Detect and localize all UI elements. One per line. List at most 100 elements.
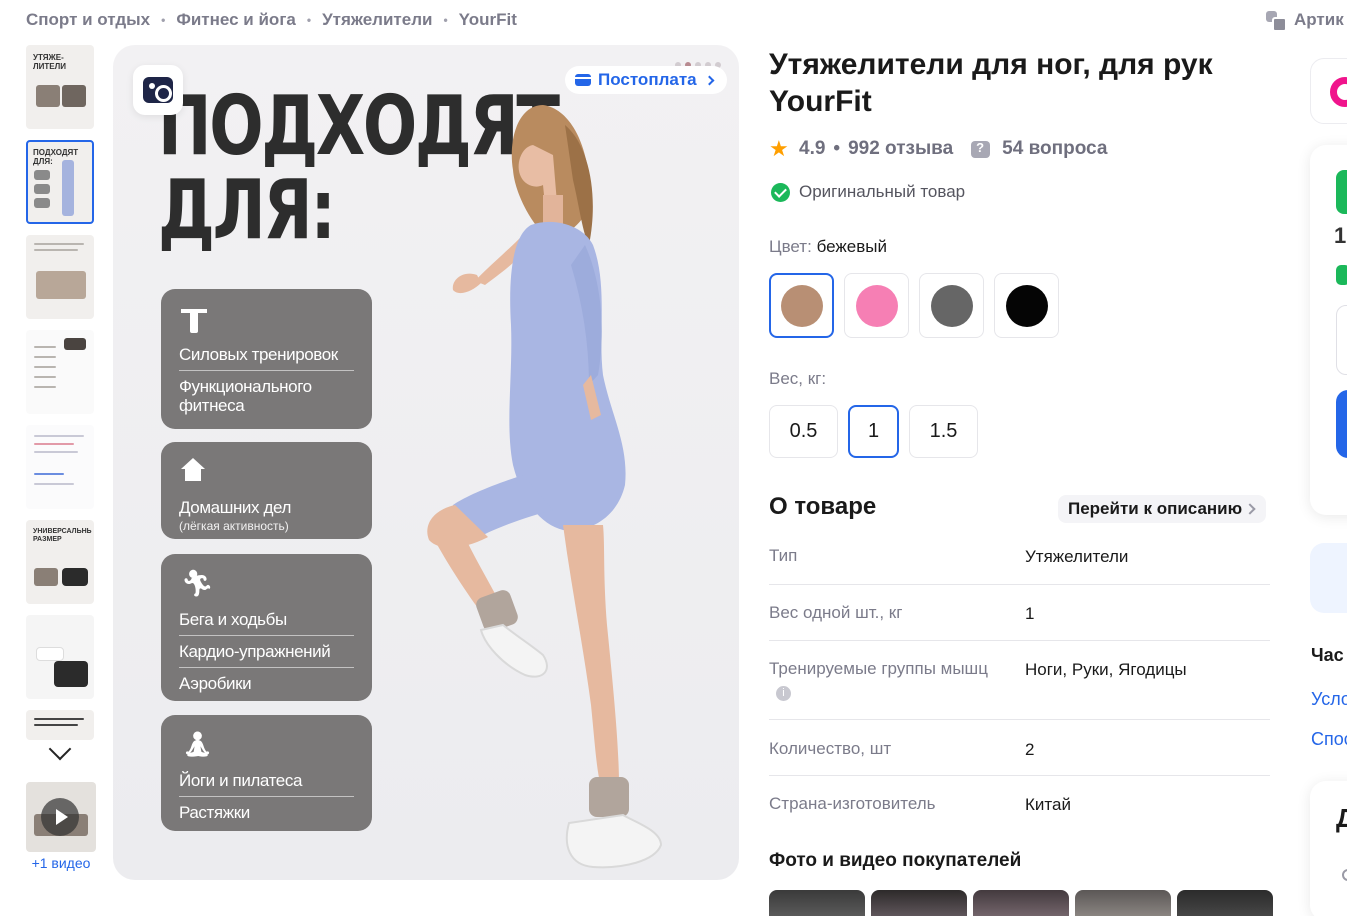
thumbnail-graphic [34,346,56,348]
thumbnail-graphic [34,249,78,251]
postpay-label: Постоплата [598,70,697,89]
customer-photos-title: Фото и видео покупателей [769,850,1022,871]
color-swatch[interactable] [994,273,1059,338]
side-heading: Час [1311,645,1344,665]
breadcrumb-item[interactable]: Утяжелители [322,10,432,30]
rating-separator: • [833,138,841,159]
model-figure [427,105,663,869]
image-feature-card: Силовых тренировок Функционального фитне… [161,289,372,429]
thumbnail[interactable] [26,235,94,319]
thumbnail[interactable] [26,710,94,740]
image-search-icon [143,77,173,103]
info-icon[interactable]: i [776,686,791,701]
side-link[interactable]: Усло [1311,689,1347,710]
spec-row: Страна-изготовитель Китай [769,776,1270,832]
specs-table: Тип Утяжелители Вес одной шт., кг 1 Трен… [769,529,1270,832]
thumbnail[interactable]: УТЯЖЕ-ЛИТЕЛИ [26,45,94,129]
reviews-link[interactable]: 992 отзыва [848,138,953,160]
weight-option[interactable]: 1.5 [909,405,978,458]
house-icon [181,458,205,482]
breadcrumb-item[interactable]: Фитнес и йога [176,10,296,30]
breadcrumb-separator: • [306,13,312,27]
customer-photo[interactable] [1177,890,1273,916]
side-link[interactable]: Спос [1311,729,1347,750]
rating-value: 4.9 [799,138,826,159]
questions-link[interactable]: 54 вопроса [1002,138,1107,160]
feature-item: Бега и ходьбы [179,610,287,629]
thumbnail-title: УТЯЖЕ-ЛИТЕЛИ [33,53,66,71]
spec-key: Количество, шт [769,739,892,758]
thumbnail-graphic [62,160,74,216]
color-swatch[interactable] [919,273,984,338]
customer-photo[interactable] [973,890,1069,916]
feature-item: Растяжки [179,796,354,828]
question-icon [971,140,991,158]
breadcrumb-item[interactable]: Спорт и отдых [26,10,150,30]
breadcrumb-item[interactable]: YourFit [459,10,517,30]
article-label: Артик [1294,10,1344,29]
spec-value: Китай [1025,795,1071,814]
video-count-link[interactable]: +1 видео [26,855,96,871]
color-dot [1005,284,1048,327]
thumbnails-down-button[interactable] [26,736,94,772]
thumbnail-graphic [34,435,84,437]
article-copy[interactable]: Артик [1266,10,1344,32]
image-feature-card: 🏃︎ Бега и ходьбы Кардио-упражнений Аэроб… [161,554,372,701]
color-swatches [769,273,1059,338]
info-banner[interactable] [1310,543,1347,613]
breadcrumb-separator: • [161,13,166,27]
color-dot [780,284,823,327]
product-title: Утяжелители для ног, для рук YourFit [769,48,1213,118]
price-number: 1 [1334,223,1347,248]
add-to-cart-button[interactable] [1336,390,1347,458]
search-by-photo-button[interactable] [133,65,183,115]
chevron-right-icon [704,75,715,85]
thumbnail-graphic [54,661,88,687]
main-product-image[interactable]: ПОДХОДЯТ ДЛЯ: Силовых тренировок Функцио… [113,45,739,880]
color-dot [930,284,973,327]
thumbnail-graphic [62,568,88,586]
delivery-box[interactable] [1336,305,1347,375]
yoga-icon: 🧘︎ [181,729,215,759]
postpay-badge[interactable]: Постоплата [565,66,727,94]
thumbnail-graphic [62,85,86,107]
spec-key: Страна-изготовитель [769,794,936,813]
wallet-badge [1336,265,1347,285]
chevron-down-icon [48,737,72,761]
copy-icon [1266,11,1287,32]
thumbnail[interactable] [26,425,94,509]
image-feature-card: Домашних дел (лёгкая активность) [161,442,372,539]
seller-logo[interactable] [1310,58,1347,124]
color-label: Цвет: бежевый [769,237,887,257]
thumbnail[interactable] [26,330,94,414]
thumbnail-graphic [34,443,74,445]
thumbnail-graphic [64,338,86,350]
customer-photo[interactable] [769,890,865,916]
color-swatch[interactable] [844,273,909,338]
spec-key: Тип [769,546,798,565]
thumbnail[interactable] [26,615,94,699]
play-icon [41,798,79,836]
thumbnail[interactable]: ПОДХОДЯТ ДЛЯ: [26,140,94,224]
weight-option-selected[interactable]: 1 [848,405,899,458]
radio-icon[interactable] [1342,869,1347,881]
price-badge [1336,170,1347,214]
weight-option[interactable]: 0.5 [769,405,838,458]
spec-value: 2 [1025,740,1035,759]
customer-photo[interactable] [1075,890,1171,916]
color-swatch-selected[interactable] [769,273,834,338]
star-icon: ★ [769,136,789,161]
thumbnail-graphic [36,85,60,107]
goto-description-button[interactable]: Перейти к описанию [1058,495,1267,523]
weight-label: Вес, кг: [769,369,827,388]
color-label-key: Цвет: [769,237,812,256]
thumbnail[interactable]: УНИВЕРСАЛЬНЫЙ РАЗМЕР [26,520,94,604]
spec-row: Вес одной шт., кг 1 [769,585,1270,641]
about-title: О товаре [769,493,877,520]
thumbnail-title: ПОДХОДЯТ ДЛЯ: [33,148,79,166]
spec-value: Утяжелители [1025,547,1129,566]
video-thumbnail[interactable] [26,782,96,852]
spec-row: Тип Утяжелители [769,529,1270,585]
customer-photo[interactable] [871,890,967,916]
side-card-letter: Д [1336,803,1347,833]
